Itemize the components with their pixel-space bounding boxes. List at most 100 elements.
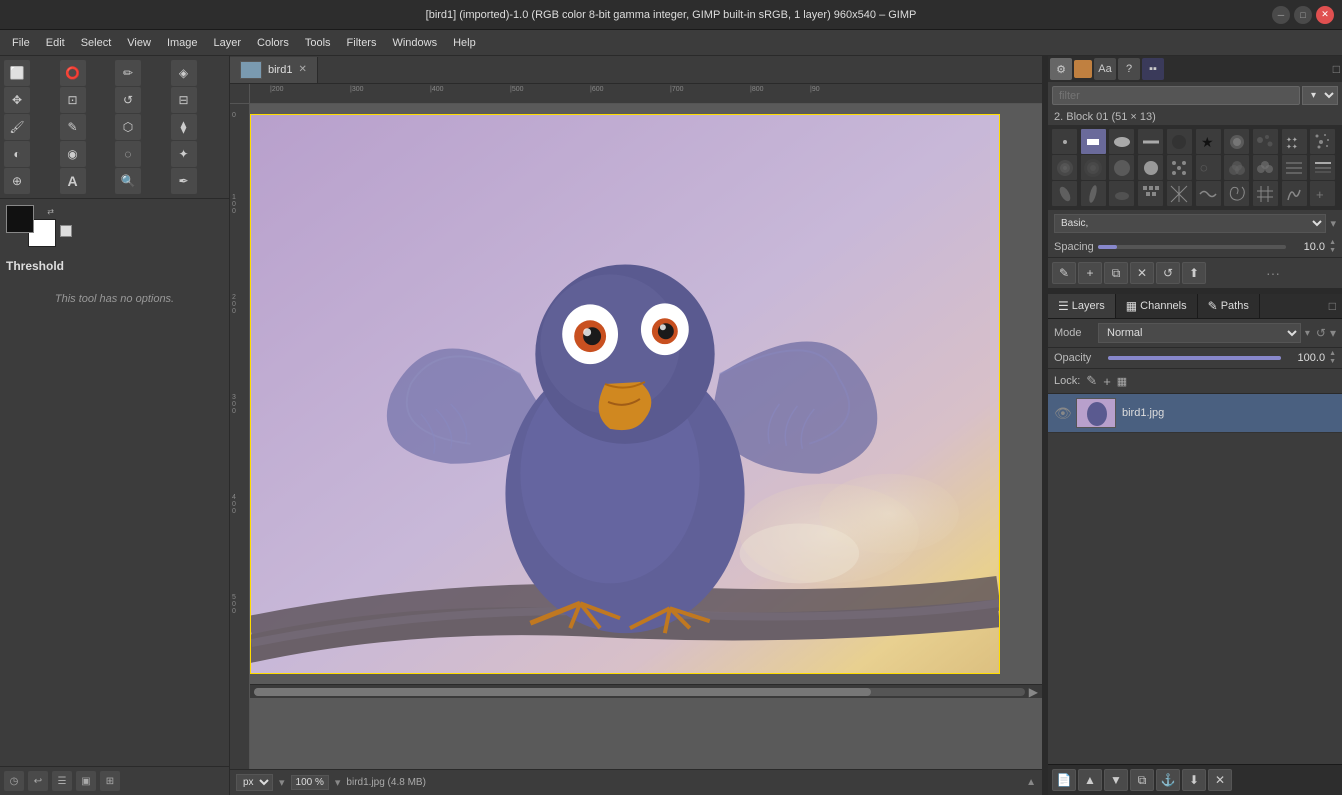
brush-item-lines1[interactable] <box>1282 155 1307 180</box>
tool-rect-select[interactable]: ⬜ <box>4 60 30 86</box>
brush-item-circle-large[interactable] <box>1167 129 1192 154</box>
tool-blur[interactable]: ◉ <box>60 141 86 167</box>
layer-visibility-toggle[interactable]: 👁 <box>1054 405 1070 422</box>
lock-pixels-icon[interactable]: ✎ <box>1086 373 1097 389</box>
layer-row-bird1[interactable]: 👁 bird1.jpg <box>1048 394 1342 433</box>
brush-more-options[interactable]: ··· <box>1266 265 1280 281</box>
brush-item-splat1[interactable] <box>1224 129 1249 154</box>
tab-layers[interactable]: ☰ Layers <box>1048 294 1116 318</box>
brush-item-feather1[interactable] <box>1052 181 1077 206</box>
brush-item-star[interactable]: ★ <box>1196 129 1221 154</box>
brush-export-button[interactable]: ⬆ <box>1182 262 1206 284</box>
opacity-slider[interactable] <box>1108 356 1281 360</box>
brush-edit-button[interactable]: ✎ <box>1052 262 1076 284</box>
tool-smudge[interactable]: ◌ <box>115 141 141 167</box>
brush-item-smear[interactable] <box>1109 181 1134 206</box>
new-layer-button[interactable]: 📄 <box>1052 769 1076 791</box>
config-icon[interactable]: ⊞ <box>100 771 120 791</box>
tool-eyedropper[interactable]: ✒ <box>171 168 197 194</box>
tool-text[interactable]: A <box>60 168 86 194</box>
delete-layer-button[interactable]: ✕ <box>1208 769 1232 791</box>
lock-alpha-icon[interactable]: ▦ <box>1117 375 1127 388</box>
tool-measure[interactable]: ⊟ <box>171 87 197 113</box>
brush-item-cloud2[interactable] <box>1253 155 1278 180</box>
brush-item-scatter[interactable] <box>1310 129 1335 154</box>
pointer-icon[interactable]: ▣ <box>76 771 96 791</box>
menu-windows[interactable]: Windows <box>384 35 445 51</box>
brush-filter-dropdown[interactable]: ▾ <box>1302 86 1338 105</box>
unit-selector[interactable]: px <box>236 774 273 791</box>
lower-layer-button[interactable]: ▼ <box>1104 769 1128 791</box>
panel-tab-tool-options[interactable]: ⚙ <box>1050 58 1072 80</box>
tool-preset-icon[interactable]: ☰ <box>52 771 72 791</box>
document-history-icon[interactable]: ◷ <box>4 771 24 791</box>
brush-item-stars[interactable]: ✦✦✦✦ <box>1282 129 1307 154</box>
tool-move[interactable]: ✥ <box>4 87 30 113</box>
canvas-scroll-area[interactable]: ▶ <box>250 104 1042 769</box>
tool-eraser[interactable]: ⬡ <box>115 114 141 140</box>
panel-tab-extra[interactable]: ▪▪ <box>1142 58 1164 80</box>
tool-ellipse-select[interactable]: ⭕ <box>60 60 86 86</box>
brush-refresh-button[interactable]: ↺ <box>1156 262 1180 284</box>
spacing-decrement[interactable]: ▼ <box>1329 247 1336 255</box>
scroll-up-arrow-icon[interactable]: ▲ <box>1026 777 1036 788</box>
brush-item-wave[interactable] <box>1196 181 1221 206</box>
brush-item-lines2[interactable] <box>1310 155 1335 180</box>
brush-item-texture1[interactable] <box>1167 155 1192 180</box>
brush-preset-selector[interactable]: Basic, <box>1054 214 1326 233</box>
tool-free-select[interactable]: ✏ <box>115 60 141 86</box>
menu-layer[interactable]: Layer <box>206 35 250 51</box>
menu-select[interactable]: Select <box>73 35 120 51</box>
canvas-image[interactable] <box>250 114 1000 674</box>
brush-item-spiral[interactable] <box>1224 181 1249 206</box>
brush-item-dot-small[interactable] <box>1052 129 1077 154</box>
spacing-increment[interactable]: ▲ <box>1329 239 1336 247</box>
brush-duplicate-button[interactable]: ⧉ <box>1104 262 1128 284</box>
default-colors-icon[interactable] <box>60 225 72 237</box>
tool-bucket[interactable]: ⧫ <box>171 114 197 140</box>
horizontal-scrollbar[interactable]: ▶ <box>250 684 1042 698</box>
menu-tools[interactable]: Tools <box>297 35 339 51</box>
brush-item-rough2[interactable]: + <box>1310 181 1335 206</box>
brush-filter-input[interactable] <box>1052 86 1300 105</box>
brush-new-button[interactable]: + <box>1078 262 1102 284</box>
opacity-decrement[interactable]: ▼ <box>1329 358 1336 366</box>
swap-colors-icon[interactable]: ⇄ <box>47 207 54 216</box>
tool-clone[interactable]: ⊕ <box>4 168 30 194</box>
panel-tab-help[interactable]: ? <box>1118 58 1140 80</box>
mode-reset-icon[interactable]: ↺ <box>1316 326 1326 340</box>
menu-help[interactable]: Help <box>445 35 484 51</box>
brush-item-ellipse[interactable] <box>1109 129 1134 154</box>
duplicate-layer-button[interactable]: ⧉ <box>1130 769 1154 791</box>
mode-selector[interactable]: Normal <box>1098 323 1301 343</box>
menu-view[interactable]: View <box>119 35 159 51</box>
scrollbar-thumb-h[interactable] <box>254 688 871 696</box>
panel-expand-icon[interactable]: □ <box>1333 62 1340 76</box>
brush-item-soft1[interactable] <box>1052 155 1077 180</box>
lock-position-icon[interactable]: + <box>1103 374 1111 389</box>
brush-item-rect[interactable] <box>1081 129 1106 154</box>
spacing-slider[interactable] <box>1098 245 1286 249</box>
brush-item-crosshatch[interactable] <box>1167 181 1192 206</box>
brush-item-texture2[interactable]: ◌ <box>1196 155 1221 180</box>
tool-crop[interactable]: ⊡ <box>60 87 86 113</box>
brush-item-soft3[interactable] <box>1109 155 1134 180</box>
brush-item-feather2[interactable] <box>1081 181 1106 206</box>
brush-item-hash[interactable] <box>1253 181 1278 206</box>
maximize-button[interactable]: □ <box>1294 6 1312 24</box>
raise-layer-button[interactable]: ▲ <box>1078 769 1102 791</box>
scroll-right-arrow[interactable]: ▶ <box>1029 685 1038 699</box>
minimize-button[interactable]: ─ <box>1272 6 1290 24</box>
tool-heal[interactable]: ✦ <box>171 141 197 167</box>
brush-item-cloud1[interactable] <box>1224 155 1249 180</box>
mode-more-icon[interactable]: ▾ <box>1330 326 1336 340</box>
tab-channels[interactable]: ▦ Channels <box>1116 294 1198 318</box>
tool-transform[interactable]: ↺ <box>115 87 141 113</box>
brush-item-hard1[interactable] <box>1138 155 1163 180</box>
tool-dodge[interactable]: ◐ <box>4 141 30 167</box>
close-tab-button[interactable]: ✕ <box>298 64 306 75</box>
close-button[interactable]: ✕ <box>1316 6 1334 24</box>
brush-item-rough1[interactable] <box>1282 181 1307 206</box>
tab-paths[interactable]: ✎ Paths <box>1198 294 1260 318</box>
brush-item-soft2[interactable] <box>1081 155 1106 180</box>
